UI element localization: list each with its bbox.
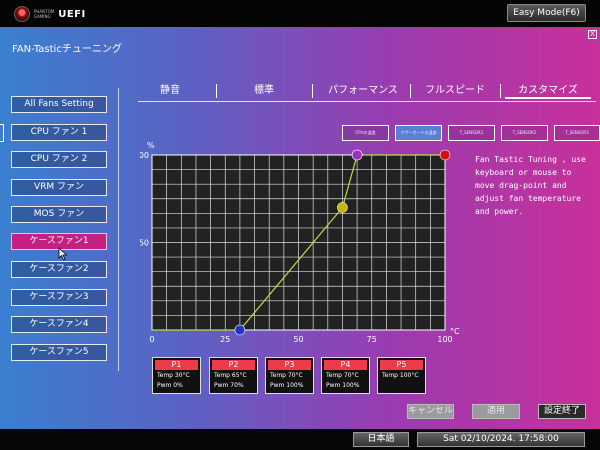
fan-curve-chart[interactable]: 0 25 50 75 100 100 50% °C: [140, 140, 460, 345]
point-card-p4: P4 Temp 70°C Pwm 100%: [321, 357, 370, 394]
tab-separator: [312, 84, 313, 98]
x-tick-label: 100: [437, 335, 452, 344]
tab-performance[interactable]: パフォーマンス: [318, 83, 408, 99]
point-card-temp: Temp 70°C: [326, 372, 359, 379]
selection-marker: [0, 124, 4, 142]
point-card-pwm: Pwm 70%: [214, 382, 244, 389]
point-card-pwm: Pwm 100%: [326, 382, 360, 389]
language-button[interactable]: 日本語: [353, 432, 409, 447]
sidebar-item-case-fan-4[interactable]: ケースファン4: [11, 316, 107, 333]
x-tick-label: 50: [293, 335, 303, 344]
y-tick-label: 100: [140, 151, 149, 160]
top-bar: PHANTOM GAMING UEFI Easy Mode(F6): [0, 0, 600, 27]
point-card-pwm: Pwm 0%: [157, 382, 183, 389]
point-card-title: P3: [268, 360, 311, 370]
tab-separator: [500, 84, 501, 98]
x-tick-label: 0: [149, 335, 154, 344]
sidebar-item-cpu-fan-2[interactable]: CPU ファン 2: [11, 151, 107, 168]
page-title: FAN-Tasticチューニング: [12, 44, 122, 55]
phantom-logo-icon: [14, 6, 30, 22]
x-axis-unit: °C: [450, 327, 460, 336]
drag-point-p5[interactable]: [439, 149, 451, 161]
sensor-t-sensor1-button[interactable]: T_SENSOR1: [448, 125, 495, 141]
tab-full-speed[interactable]: フルスピード: [414, 83, 496, 99]
sidebar-item-all-fans[interactable]: All Fans Setting: [11, 96, 107, 113]
point-card-title: P1: [155, 360, 198, 370]
mouse-cursor-icon: [58, 247, 68, 261]
point-card-p3: P3 Temp 70°C Pwm 100%: [265, 357, 314, 394]
point-card-temp: Temp 30°C: [157, 372, 190, 379]
finish-settings-button[interactable]: 設定終了: [538, 404, 586, 419]
sidebar-item-mos-fan[interactable]: MOS ファン: [11, 206, 107, 223]
tab-separator: [410, 84, 411, 98]
close-icon[interactable]: X: [588, 30, 597, 39]
apply-button[interactable]: 適用: [472, 404, 520, 419]
point-card-temp: Temp 65°C: [214, 372, 247, 379]
point-card-p2: P2 Temp 65°C Pwm 70%: [209, 357, 258, 394]
tab-standard[interactable]: 標準: [228, 83, 300, 99]
x-tick-label: 25: [220, 335, 230, 344]
tuning-description: Fan Tastic Tuning , use keyboard or mous…: [475, 155, 586, 216]
sidebar-item-case-fan-5[interactable]: ケースファン5: [11, 344, 107, 361]
sensor-cpu-temp-button[interactable]: CPUの温度: [342, 125, 389, 141]
cancel-button[interactable]: キャンセル: [407, 404, 454, 419]
brand-main-text: UEFI: [58, 8, 86, 20]
date-time-display: Sat 02/10/2024. 17:58:00: [417, 432, 585, 447]
brand-bottom-text: GAMING: [34, 14, 51, 19]
sensor-motherboard-temp-button[interactable]: マザーボードの温度: [395, 125, 442, 141]
sidebar-item-vrm-fan[interactable]: VRM ファン: [11, 179, 107, 196]
tab-underline: [138, 101, 596, 102]
sidebar-divider: [118, 88, 119, 371]
point-card-temp: Temp 100°C: [382, 372, 419, 379]
y-tick-label: 50: [140, 239, 149, 248]
point-card-title: P4: [324, 360, 367, 370]
point-card-temp: Temp 70°C: [270, 372, 303, 379]
tab-separator: [216, 84, 217, 98]
sidebar-item-case-fan-3[interactable]: ケースファン3: [11, 289, 107, 306]
sidebar-item-cpu-fan-1[interactable]: CPU ファン 1: [11, 124, 107, 141]
x-tick-label: 75: [367, 335, 377, 344]
brand-logo: PHANTOM GAMING UEFI: [14, 6, 86, 22]
drag-point-p2[interactable]: [337, 202, 348, 213]
sensor-t-sensor3-button[interactable]: T_SENSOR3: [554, 125, 600, 141]
easy-mode-button[interactable]: Easy Mode(F6): [507, 4, 586, 22]
point-card-title: P2: [212, 360, 255, 370]
point-card-p1: P1 Temp 30°C Pwm 0%: [152, 357, 201, 394]
drag-point-p4[interactable]: [351, 149, 363, 161]
sensor-t-sensor2-button[interactable]: T_SENSOR2: [501, 125, 548, 141]
point-card-p5: P5 Temp 100°C: [377, 357, 426, 394]
sidebar-item-case-fan-2[interactable]: ケースファン2: [11, 261, 107, 278]
tab-customize[interactable]: カスタマイズ: [505, 83, 591, 99]
y-axis-unit: %: [147, 141, 155, 150]
point-card-pwm: Pwm 100%: [270, 382, 304, 389]
tab-silent[interactable]: 静音: [140, 83, 200, 99]
drag-point-p1[interactable]: [234, 324, 246, 336]
point-card-title: P5: [380, 360, 423, 370]
